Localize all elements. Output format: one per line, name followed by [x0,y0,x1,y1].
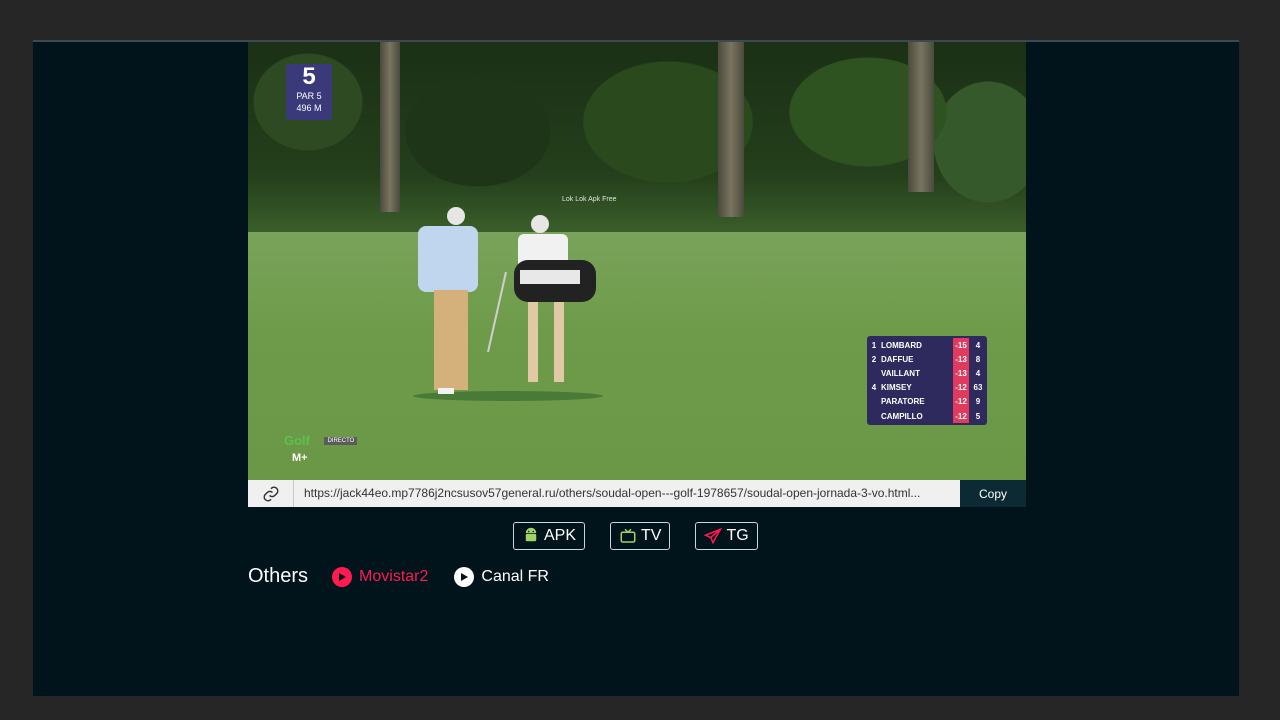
broadcaster-logo: Golf DIRECTO M+ [284,432,358,464]
live-badge: DIRECTO [324,436,358,445]
hole-distance: 496 M [296,103,322,113]
leaderboard-thru: 4 [975,368,981,378]
tg-label: TG [726,527,749,544]
leaderboard-player: DAFFUE [881,354,914,364]
hole-number: 5 [302,63,316,90]
golf-channel-logo: Golf [284,433,310,448]
stream-url-bar: https://jack44eo.mp7786j2ncsusov57genera… [248,480,1026,507]
leaderboard-score: -12 [953,380,969,395]
tree-trunk [908,42,934,192]
channel-label: Canal FR [481,567,549,585]
play-icon [332,566,353,587]
stream-panel: 5 PAR 5 496 M Lok Lok Apk Free 1 LOMBARD… [33,40,1239,696]
leaderboard-score: -13 [953,352,969,367]
leaderboard-score: -13 [953,366,969,381]
leaderboard-player: PARATORE [881,397,925,407]
apk-label: APK [544,527,577,544]
other-channels: Others Movistar2 Canal FR [248,565,575,588]
leaderboard-row: VAILLANT -13 4 [867,366,987,381]
channel-link-movistar2[interactable]: Movistar2 [332,566,429,587]
video-player[interactable]: 5 PAR 5 496 M Lok Lok Apk Free 1 LOMBARD… [248,42,1026,480]
leaderboard-position: 1 [871,340,877,350]
tv-icon [620,528,636,543]
video-watermark: Lok Lok Apk Free [562,196,617,203]
app-links: APK TV TG [513,522,758,550]
network-logo: M+ [292,452,308,464]
leaderboard: 1 LOMBARD -15 4 2 DAFFUE -13 8 VAILLANT … [867,336,987,426]
tv-label: TV [641,527,662,544]
tree-trunk [380,42,400,212]
leaderboard-row: 4 KIMSEY -12 63 [867,380,987,395]
leaderboard-player: LOMBARD [881,340,922,350]
leaderboard-player: CAMPILLO [881,411,923,421]
leaderboard-position: 2 [871,354,877,364]
others-title: Others [248,565,309,587]
leaderboard-position: 4 [871,383,877,393]
leaderboard-thru: 4 [975,340,981,350]
leaderboard-player: KIMSEY [881,383,912,393]
hole-info-badge: 5 PAR 5 496 M [286,64,332,120]
tree-trunk [718,42,744,217]
leaderboard-score: -12 [953,408,969,424]
leaderboard-score: -12 [953,394,969,409]
golfers-figure [413,207,603,401]
leaderboard-row: 2 DAFFUE -13 8 [867,352,987,367]
leaderboard-score: -15 [953,338,969,353]
telegram-icon [704,527,723,545]
link-icon [248,480,294,507]
apk-button[interactable]: APK [513,522,586,550]
tv-button[interactable]: TV [610,522,671,550]
leaderboard-thru: 9 [975,397,981,407]
leaderboard-thru: 63 [973,383,983,393]
leaderboard-player: VAILLANT [881,368,920,378]
copy-button[interactable]: Copy [960,480,1026,507]
hole-par: PAR 5 [296,91,322,101]
leaderboard-row: CAMPILLO -12 5 [867,408,987,424]
leaderboard-thru: 5 [975,411,981,421]
leaderboard-row: PARATORE -12 9 [867,394,987,409]
channel-label: Movistar2 [359,567,429,585]
play-icon [454,566,475,587]
stream-url[interactable]: https://jack44eo.mp7786j2ncsusov57genera… [294,480,960,507]
leaderboard-row: 1 LOMBARD -15 4 [867,338,987,353]
channel-link-canal-fr[interactable]: Canal FR [454,566,549,587]
android-icon [525,527,537,542]
leaderboard-thru: 8 [975,354,981,364]
tg-button[interactable]: TG [695,522,758,550]
